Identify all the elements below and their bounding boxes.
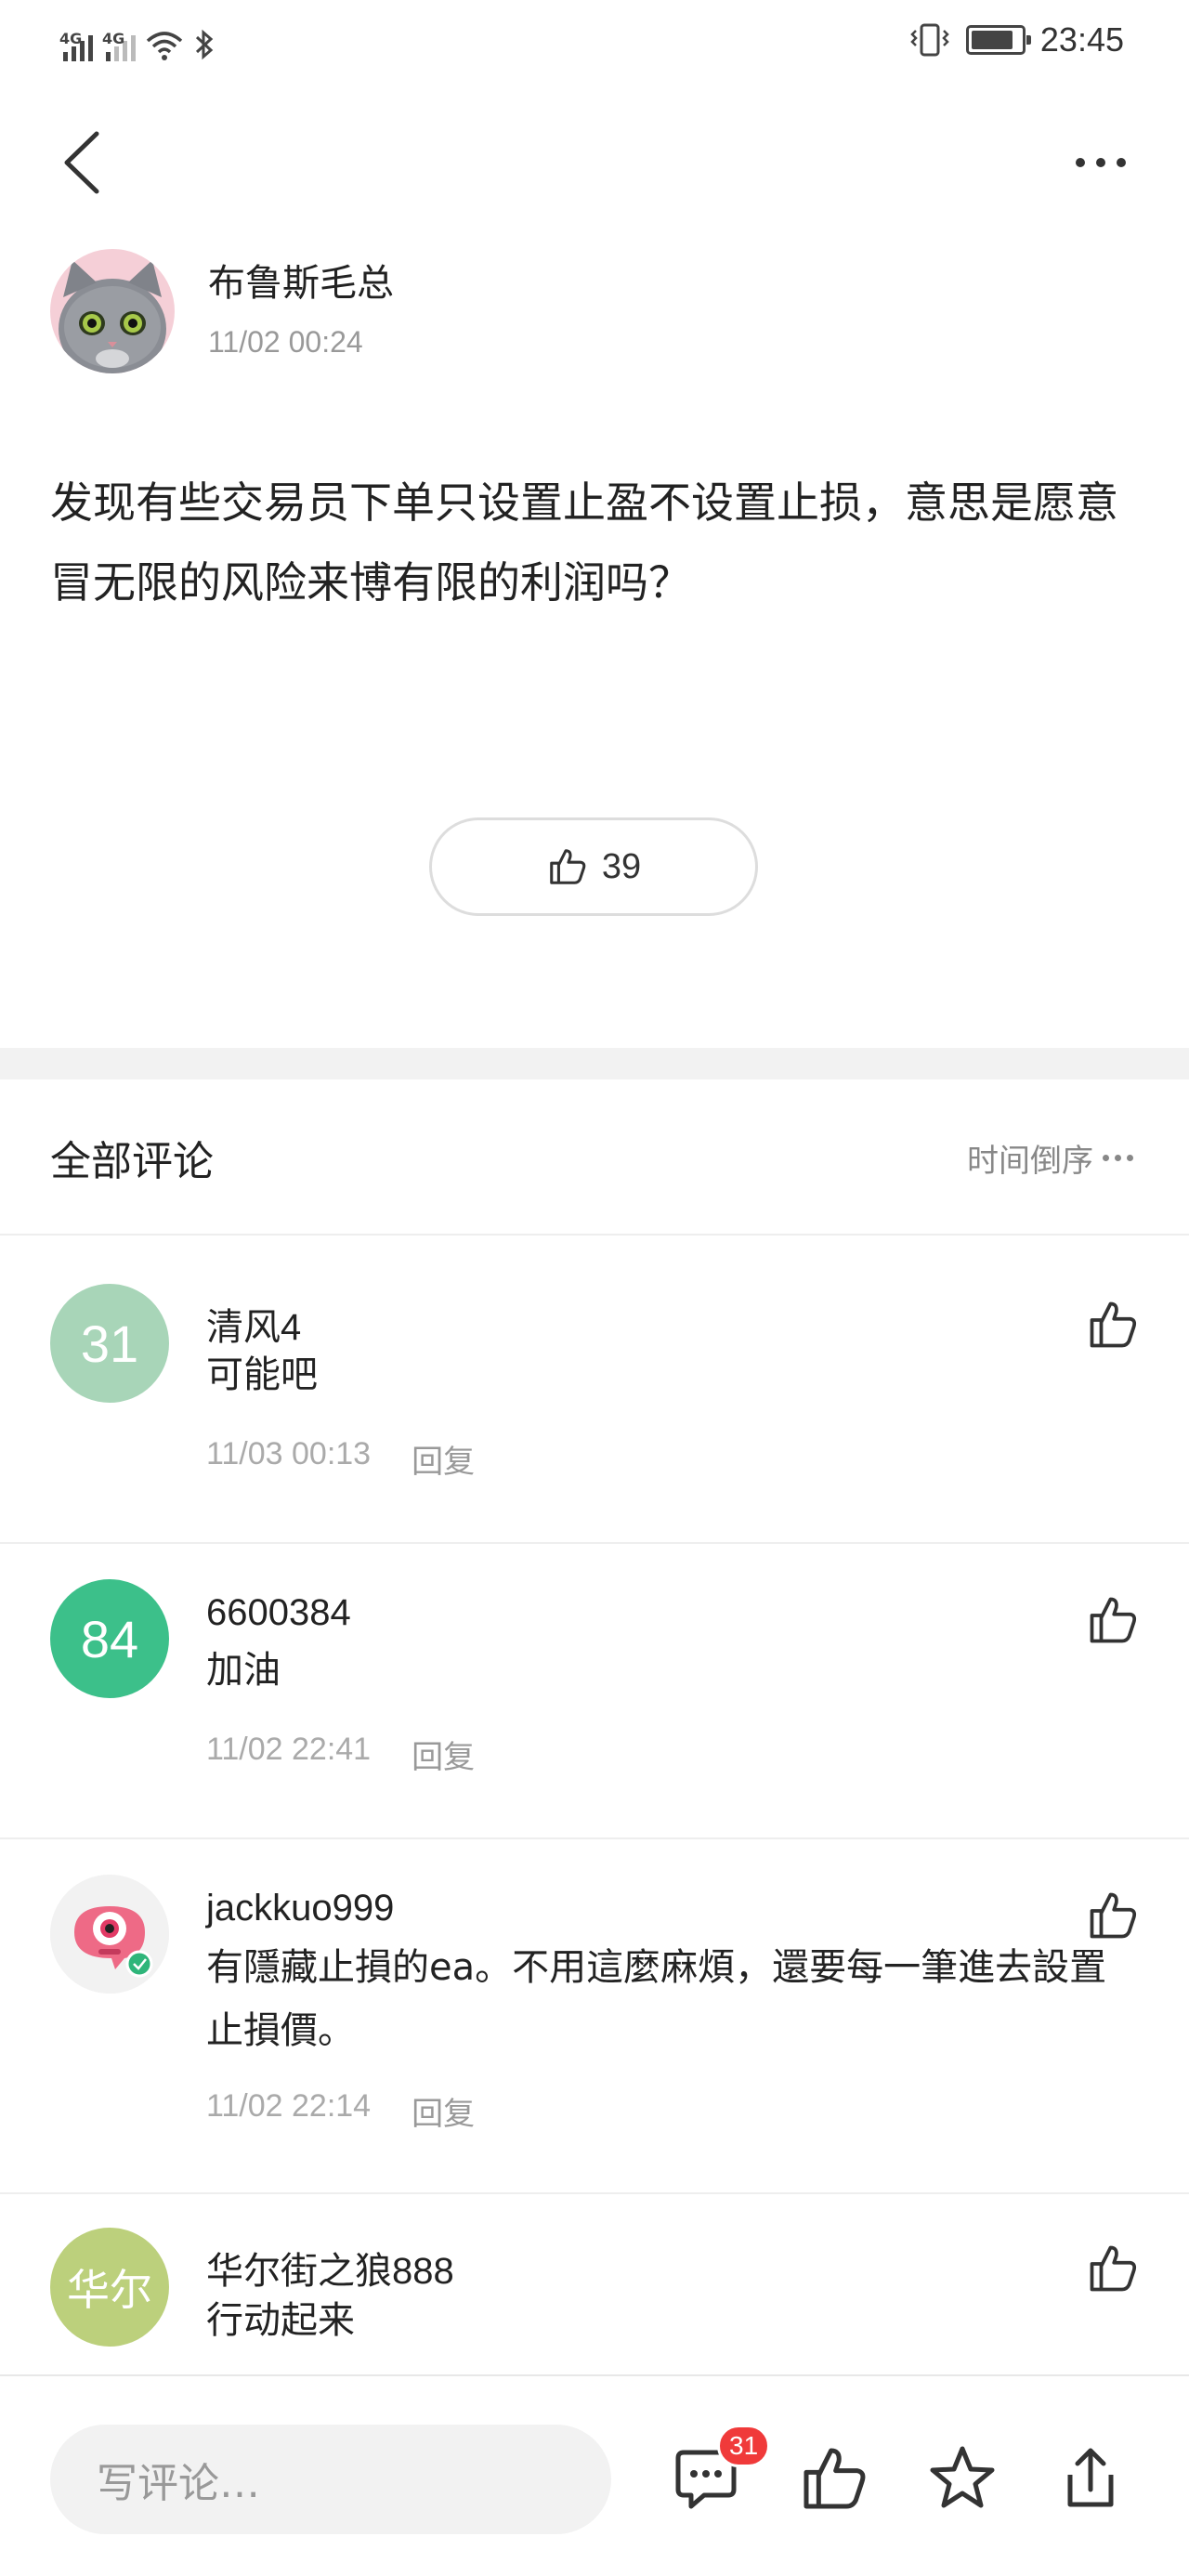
thumbs-up-icon <box>550 849 586 884</box>
network-1-label: 4G <box>59 30 83 47</box>
reply-button[interactable]: 回复 <box>412 2088 475 2134</box>
comment-count-badge: 31 <box>717 2425 771 2467</box>
comment-meta: 11/03 00:13 回复 <box>206 1436 475 1482</box>
comments-title: 全部评论 <box>50 1138 214 1185</box>
signal-1-icon: 4G <box>59 30 93 61</box>
status-time: 23:45 <box>1039 20 1124 59</box>
more-button[interactable] <box>1059 139 1143 186</box>
post-time: 11/02 00:24 <box>208 325 363 359</box>
wifi-icon <box>146 32 183 60</box>
comment-author[interactable]: 6600384 <box>206 1592 351 1634</box>
comments-header: 全部评论 时间倒序 <box>0 1079 1189 1236</box>
network-2-label: 4G <box>102 30 125 47</box>
star-icon[interactable] <box>925 2441 1000 2516</box>
comment-like-icon[interactable] <box>1085 2241 1141 2296</box>
post-like-button[interactable]: 39 <box>429 817 758 916</box>
comment-like-icon[interactable] <box>1085 1592 1141 1648</box>
reply-button[interactable]: 回复 <box>412 1436 475 1482</box>
monster-avatar-image <box>50 1875 169 1994</box>
comment-input[interactable]: 写评论… <box>50 2425 611 2534</box>
bluetooth-icon <box>195 29 214 60</box>
status-right: 23:45 <box>908 17 1124 63</box>
comment-item: 31 清风4 可能吧 11/03 00:13 回复 <box>0 1236 1189 1544</box>
comment-text: 加油 <box>206 1649 281 1692</box>
comment-time: 11/03 00:13 <box>206 1436 372 1471</box>
comment-text: 有隱藏止損的ea。不用這麼麻煩，還要每一筆進去設置止損價。 <box>206 1946 1107 2052</box>
bottom-action-bar: 写评论… 31 <box>0 2374 1189 2576</box>
back-button[interactable] <box>52 121 108 204</box>
more-icon <box>1076 158 1085 167</box>
author-name[interactable]: 布鲁斯毛总 <box>208 253 394 307</box>
comment-time: 11/02 22:14 <box>206 2088 372 2124</box>
comment-text: 可能吧 <box>206 1353 318 1396</box>
comment-avatar[interactable] <box>50 1875 169 1994</box>
status-left: 4G 4G <box>59 19 216 61</box>
comment-avatar[interactable]: 31 <box>50 1284 169 1403</box>
comment-avatar[interactable]: 华尔 <box>50 2228 169 2347</box>
author-avatar[interactable] <box>50 249 175 373</box>
comment-author[interactable]: 华尔街之狼888 <box>206 2241 454 2295</box>
signal-2-icon: 4G <box>102 30 136 61</box>
post-body: 发现有些交易员下单只设置止盈不设置止损，意思是愿意冒无限的风险来博有限的利润吗？ <box>50 477 1118 608</box>
sort-more-icon <box>1103 1155 1133 1161</box>
comment-input-placeholder: 写评论… <box>97 2460 260 2507</box>
reply-button[interactable]: 回复 <box>412 1732 475 1777</box>
comment-item: 华尔 华尔街之狼888 行动起来 <box>0 2194 1189 2374</box>
cat-avatar-image <box>50 249 175 373</box>
comment-meta: 11/02 22:41 回复 <box>206 1732 475 1777</box>
back-arrow-icon <box>64 131 99 194</box>
section-divider <box>0 1048 1189 1079</box>
status-bar: 4G 4G 23:45 <box>0 0 1189 84</box>
comment-item: jackkuo999 有隱藏止損的ea。不用這麼麻煩，還要每一筆進去設置止損價。… <box>0 1839 1189 2194</box>
comment-item: 84 6600384 加油 11/02 22:41 回复 <box>0 1544 1189 1839</box>
comment-like-icon[interactable] <box>1085 1888 1141 1943</box>
comment-avatar[interactable]: 84 <box>50 1579 169 1698</box>
post-like-count: 39 <box>601 846 642 886</box>
share-icon[interactable] <box>1053 2441 1128 2516</box>
battery-icon <box>965 25 1031 55</box>
sort-button[interactable]: 时间倒序 <box>967 1135 1133 1181</box>
comment-meta: 11/02 22:14 回复 <box>206 2088 475 2134</box>
comment-time: 11/02 22:41 <box>206 1732 372 1767</box>
thumbs-up-icon[interactable] <box>797 2441 871 2516</box>
comment-like-icon[interactable] <box>1085 1297 1141 1353</box>
vibrate-icon <box>910 23 949 57</box>
sort-label: 时间倒序 <box>967 1143 1093 1180</box>
comment-author[interactable]: jackkuo999 <box>206 1888 394 1929</box>
comment-text: 行动起来 <box>206 2299 355 2342</box>
